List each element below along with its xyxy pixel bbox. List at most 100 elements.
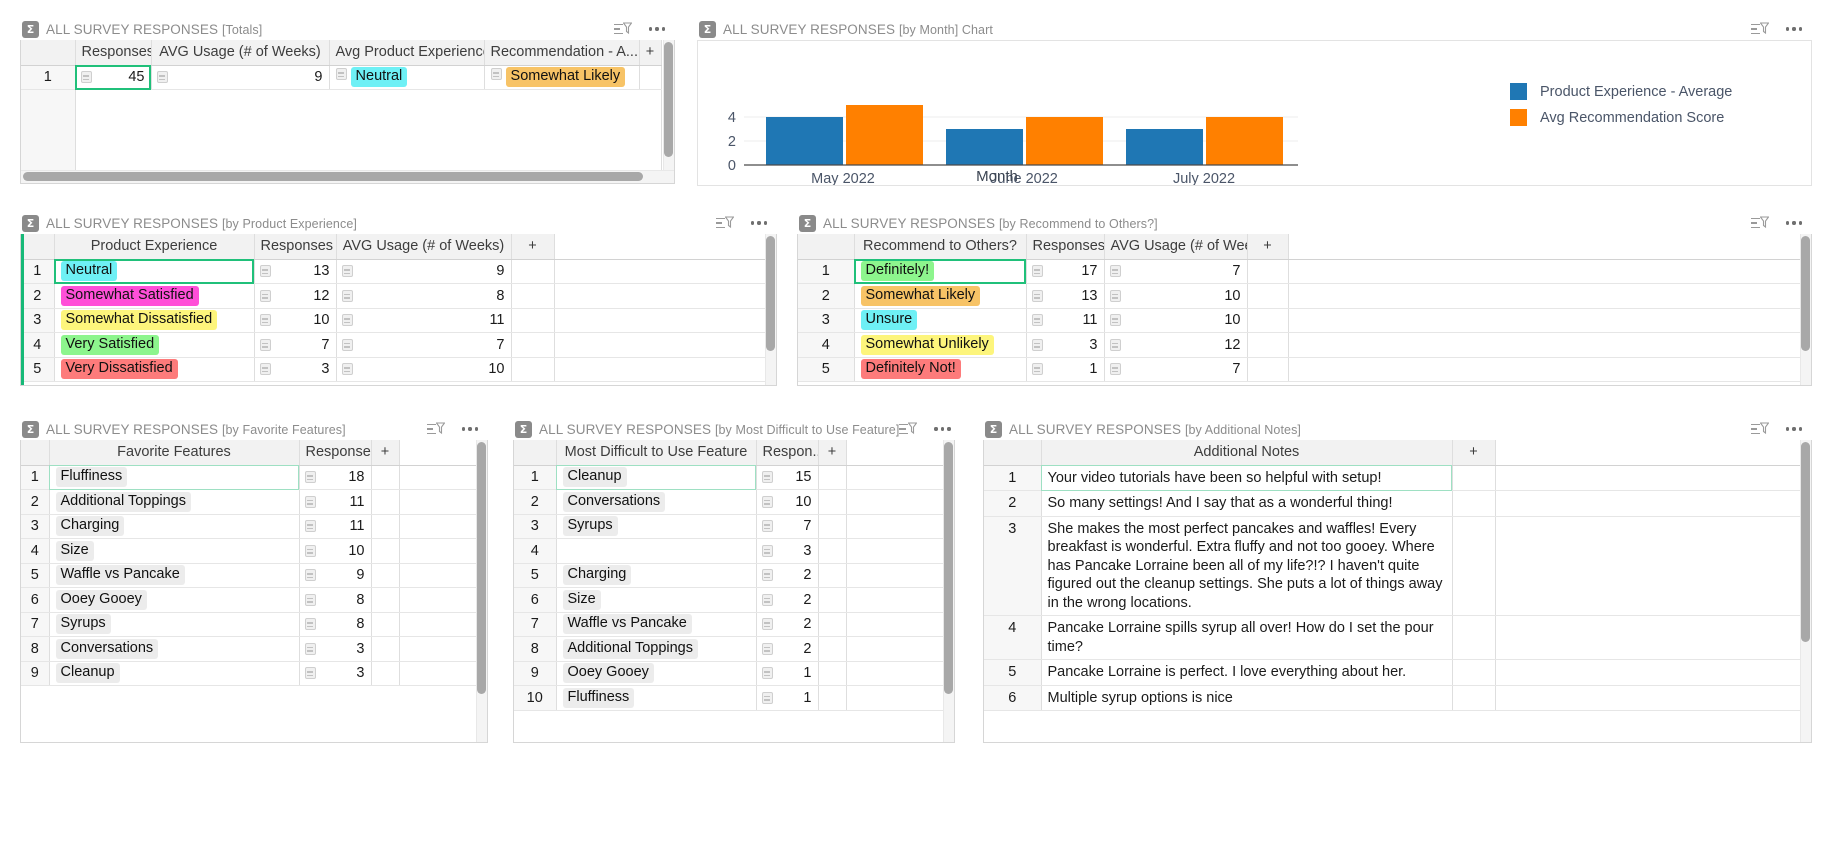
table-row[interactable]: 9Cleanup3 [21,661,477,686]
cell-responses[interactable]: 12 [254,284,336,309]
cell-responses[interactable]: 1 [756,686,818,711]
add-column-button[interactable]: + [818,440,846,465]
cell-note[interactable]: She makes the most perfect pancakes and … [1041,516,1452,616]
cell-label[interactable]: Ooey Gooey [556,661,756,686]
cell-label[interactable]: Very Dissatisfied [54,357,254,382]
most-difficult-grid[interactable]: Most Difficult to Use Feature Respon... … [513,440,955,743]
more-icon[interactable] [649,22,665,37]
cell-label[interactable]: Charging [556,563,756,588]
table-row[interactable]: 5Pancake Lorraine is perfect. I love eve… [984,660,1801,686]
cell-avg-usage[interactable]: 7 [1104,259,1247,284]
cell-label[interactable]: Size [49,539,299,564]
col-product-experience[interactable]: Product Experience [54,234,254,259]
cell-avg-usage[interactable]: 10 [1104,284,1247,309]
more-icon[interactable] [1786,422,1802,437]
col-responses[interactable]: Responses [1026,234,1104,259]
cell-label[interactable]: Conversations [556,490,756,515]
cell-label[interactable]: Very Satisfied [54,333,254,358]
cell-note[interactable]: Multiple syrup options is nice [1041,685,1452,711]
month-bar-chart[interactable]: 4 2 0 May 2022 June 2022 July 2022 [697,40,1812,186]
cell-label[interactable] [556,539,756,564]
cell-label[interactable]: Waffle vs Pancake [556,612,756,637]
table-row[interactable]: 10Fluffiness1 [514,686,944,711]
cell-responses[interactable]: 15 [756,465,818,490]
additional-notes-grid[interactable]: Additional Notes + 1Your video tutorials… [983,440,1812,743]
table-row[interactable]: 1 45 9 Neutral Somewhat Likely [21,65,661,90]
table-row[interactable]: 8Conversations3 [21,637,477,662]
product-experience-grid[interactable]: Product Experience Responses AVG Usage (… [20,234,777,386]
cell-label[interactable]: Somewhat Dissatisfied [54,308,254,333]
more-icon[interactable] [934,422,950,437]
add-column-button[interactable]: + [639,40,661,65]
col-avg-usage[interactable]: AVG Usage (# of Weeks) [336,234,511,259]
filter-icon[interactable] [427,422,444,437]
table-row[interactable]: 3Somewhat Dissatisfied1011 [21,308,766,333]
cell-responses[interactable]: 10 [756,490,818,515]
table-row[interactable]: 6Size2 [514,588,944,613]
horizontal-scrollbar-thumb[interactable] [23,172,643,181]
col-most-difficult[interactable]: Most Difficult to Use Feature [556,440,756,465]
more-icon[interactable] [462,422,478,437]
cell-responses[interactable]: 7 [756,514,818,539]
col-avg-usage[interactable]: AVG Usage (# of Weeks) [1104,234,1247,259]
table-row[interactable]: 1Definitely!177 [798,259,1801,284]
cell-label[interactable]: Neutral [54,259,254,284]
cell-label[interactable]: Definitely Not! [854,357,1026,382]
cell-label[interactable]: Somewhat Unlikely [854,333,1026,358]
cell-responses[interactable]: 9 [299,563,371,588]
more-icon[interactable] [1786,216,1802,231]
cell-avg-usage[interactable]: 10 [336,357,511,382]
cell-label[interactable]: Additional Toppings [49,490,299,515]
table-row[interactable]: 9Ooey Gooey1 [514,661,944,686]
table-row[interactable]: 1Cleanup15 [514,465,944,490]
vertical-scrollbar-track[interactable] [1800,440,1811,742]
filter-icon[interactable] [614,22,631,37]
vertical-scrollbar-thumb[interactable] [1801,442,1810,642]
add-column-button[interactable]: + [1247,234,1288,259]
cell-responses[interactable]: 13 [1026,284,1104,309]
table-row[interactable]: 7Waffle vs Pancake2 [514,612,944,637]
cell-label[interactable]: Somewhat Satisfied [54,284,254,309]
table-row[interactable]: 2Additional Toppings11 [21,490,477,515]
filter-icon[interactable] [899,422,916,437]
col-responses[interactable]: Respon... [756,440,818,465]
cell-responses[interactable]: 2 [756,563,818,588]
cell-label[interactable]: Additional Toppings [556,637,756,662]
table-row[interactable]: 2Somewhat Satisfied128 [21,284,766,309]
cell-label[interactable]: Waffle vs Pancake [49,563,299,588]
table-row[interactable]: 2Somewhat Likely1310 [798,284,1801,309]
cell-avg-usage[interactable]: 7 [1104,357,1247,382]
cell-label[interactable]: Definitely! [854,259,1026,284]
cell-note[interactable]: Pancake Lorraine is perfect. I love ever… [1041,660,1452,686]
table-row[interactable]: 5Charging2 [514,563,944,588]
col-favorite-features[interactable]: Favorite Features [49,440,299,465]
cell-responses[interactable]: 8 [299,588,371,613]
vertical-scrollbar-thumb[interactable] [477,442,486,694]
col-avg-usage[interactable]: AVG Usage (# of Weeks) [151,40,329,65]
cell-responses[interactable]: 2 [756,612,818,637]
col-responses[interactable]: Responses [75,40,151,65]
table-row[interactable]: 1Fluffiness18 [21,465,477,490]
cell-label[interactable]: Syrups [49,612,299,637]
vertical-scrollbar-track[interactable] [476,440,487,742]
cell-responses[interactable]: 45 [75,65,151,90]
table-row[interactable]: 3Unsure1110 [798,308,1801,333]
vertical-scrollbar-track[interactable] [765,234,776,385]
vertical-scrollbar-track[interactable] [1800,234,1811,385]
cell-responses[interactable]: 3 [756,539,818,564]
col-recommendation[interactable]: Recommendation - A... [484,40,639,65]
table-row[interactable]: 8Additional Toppings2 [514,637,944,662]
table-row[interactable]: 6Multiple syrup options is nice [984,685,1801,711]
add-column-button[interactable]: + [511,234,554,259]
cell-label[interactable]: Charging [49,514,299,539]
cell-note[interactable]: So many settings! And I say that as a wo… [1041,491,1452,517]
cell-responses[interactable]: 2 [756,637,818,662]
horizontal-scrollbar-track[interactable] [21,170,674,183]
cell-responses[interactable]: 10 [254,308,336,333]
table-row[interactable]: 2So many settings! And I say that as a w… [984,491,1801,517]
cell-label[interactable]: Unsure [854,308,1026,333]
cell-responses[interactable]: 3 [299,661,371,686]
col-recommend[interactable]: Recommend to Others? [854,234,1026,259]
col-avg-product-experience[interactable]: Avg Product Experience [329,40,484,65]
cell-label[interactable]: Size [556,588,756,613]
